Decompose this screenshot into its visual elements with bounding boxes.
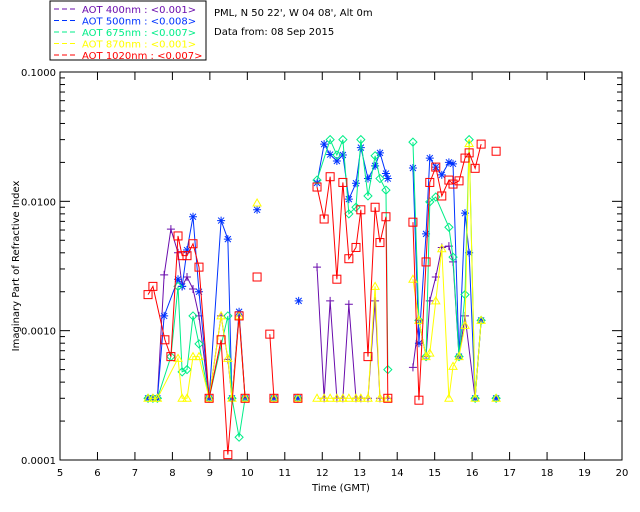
data-point-asterisk (217, 216, 226, 225)
data-point-asterisk (195, 287, 204, 296)
x-tick-label: 11 (278, 468, 291, 479)
series-2 (143, 134, 501, 442)
x-tick-label: 15 (428, 468, 441, 479)
x-tick-label: 17 (503, 468, 516, 479)
data-point-asterisk (344, 195, 353, 204)
y-tick-label: 0.0001 (21, 456, 56, 467)
data-point-asterisk (253, 205, 262, 214)
y-tick-label: 0.1000 (21, 68, 56, 79)
x-tick-label: 20 (616, 468, 629, 479)
series-layer (143, 134, 501, 460)
data-point-asterisk (294, 296, 303, 305)
chart: AOT 400nm : <0.001>AOT 500nm : <0.008>AO… (11, 0, 628, 494)
data-point-plus (326, 296, 335, 305)
data-point-asterisk (449, 159, 458, 168)
data-point-square (252, 272, 262, 282)
y-tick-label: 0.0100 (21, 197, 56, 208)
data-point-plus (371, 296, 380, 305)
y-axis-label: Imaginary Part of Refractive Index (11, 181, 22, 352)
x-tick-label: 9 (207, 468, 213, 479)
x-tick-label: 5 (57, 468, 63, 479)
data-point-plus (408, 363, 417, 372)
data-point-plus (160, 270, 169, 279)
x-tick-label: 12 (316, 468, 329, 479)
series-4 (143, 139, 501, 460)
data-point-asterisk (332, 157, 341, 166)
series-0 (144, 225, 501, 403)
plot-frame (59, 71, 623, 461)
info-line-location: PML, N 50 22', W 04 08', Alt 0m (214, 8, 373, 19)
axes: 5 6 7 8 9 10 11 12 13 14 15 16 17 18 19 20 0.0001 0.0010 0… (21, 68, 628, 479)
series-line (269, 334, 275, 399)
info-line-date: Data from: 08 Sep 2015 (214, 27, 334, 38)
data-point-asterisk (408, 164, 417, 173)
data-point-asterisk (351, 179, 360, 188)
x-tick-label: 10 (241, 468, 254, 479)
legend-entry: AOT 1020nm : <0.007> (82, 51, 202, 62)
data-point-asterisk (383, 174, 392, 183)
x-tick-label: 14 (391, 468, 404, 479)
x-tick-label: 7 (132, 468, 138, 479)
data-point-asterisk (375, 148, 384, 157)
data-point-asterisk (223, 235, 232, 244)
legend-entry: AOT 870nm : <0.001> (82, 40, 196, 51)
x-tick-label: 18 (541, 468, 554, 479)
data-point-plus (313, 263, 322, 272)
data-point-triangle (252, 198, 262, 207)
data-point-asterisk (320, 140, 329, 149)
x-axis-label: Time (GMT) (311, 483, 370, 494)
x-tick-label: 19 (578, 468, 591, 479)
data-point-asterisk (189, 212, 198, 221)
legend-entry: AOT 675nm : <0.007> (82, 28, 196, 39)
data-point-asterisk (425, 154, 434, 163)
data-point-asterisk (160, 311, 169, 320)
legend-entry: AOT 500nm : <0.008> (82, 17, 196, 28)
x-tick-label: 8 (169, 468, 175, 479)
x-tick-label: 16 (466, 468, 479, 479)
x-tick-label: 6 (94, 468, 100, 479)
y-tick-label: 0.0010 (21, 327, 56, 338)
legend: AOT 400nm : <0.001>AOT 500nm : <0.008>AO… (49, 0, 207, 62)
x-tick-label: 13 (353, 468, 366, 479)
data-point-plus (344, 300, 353, 309)
data-point-square (491, 146, 501, 156)
legend-entry: AOT 400nm : <0.001> (82, 5, 196, 16)
data-point-asterisk (338, 151, 347, 160)
